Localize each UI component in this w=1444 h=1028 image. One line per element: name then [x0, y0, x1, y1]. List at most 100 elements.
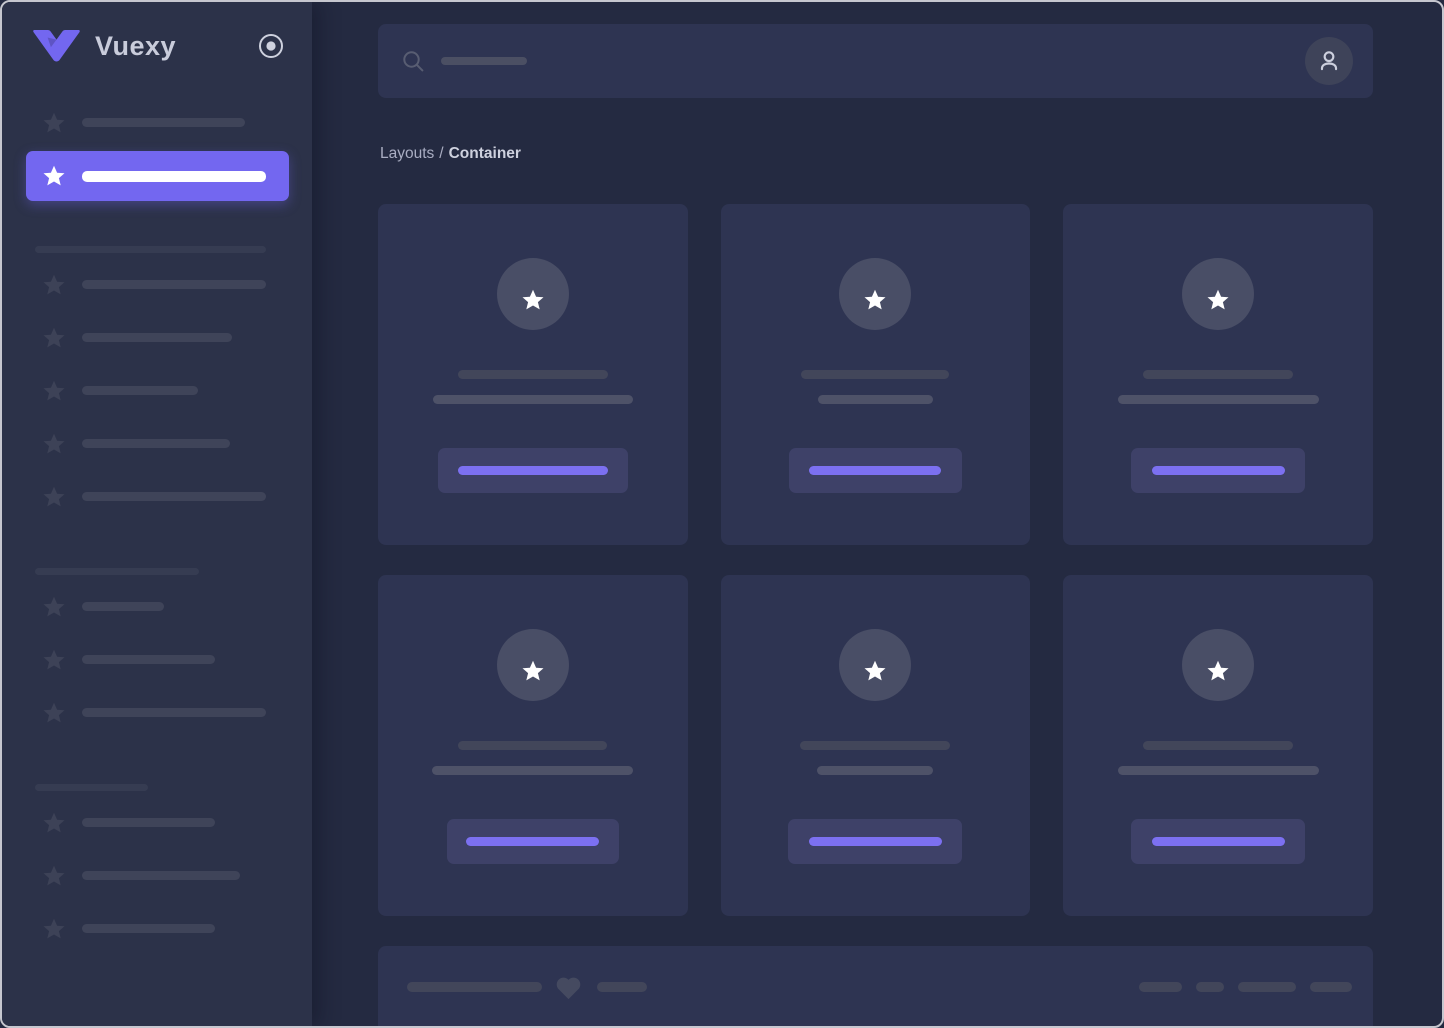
sidebar-item-label-bar — [82, 924, 215, 933]
sidebar-toggle-icon[interactable] — [258, 33, 284, 59]
sidebar-item-label-bar — [82, 818, 215, 827]
footer-link-bar[interactable] — [1196, 982, 1224, 992]
sidebar: Vuexy — [2, 2, 312, 1026]
button-label-bar — [1151, 837, 1285, 846]
sidebar-item-label-bar — [82, 280, 266, 289]
cards-grid — [378, 204, 1373, 916]
card-line-1 — [801, 370, 950, 379]
card-line-1 — [1143, 741, 1294, 750]
star-icon — [42, 648, 66, 672]
sidebar-item[interactable] — [26, 258, 289, 311]
card-line-1 — [1143, 370, 1294, 379]
sidebar-item-label-bar — [82, 602, 164, 611]
sidebar-item-label-bar — [82, 333, 232, 342]
card-line-2 — [432, 766, 634, 775]
card-line-1 — [800, 741, 951, 750]
sidebar-item[interactable] — [26, 96, 289, 149]
app-window: Vuexy Layouts / Container — [0, 0, 1444, 1028]
button-label-bar — [1151, 466, 1285, 475]
card-button[interactable] — [446, 819, 619, 864]
card-line-1 — [457, 370, 608, 379]
sidebar-item-label-bar — [82, 386, 198, 395]
star-badge — [496, 258, 569, 330]
app-title: Vuexy — [95, 30, 177, 61]
star-icon — [863, 653, 887, 681]
sidebar-item-label-bar — [82, 655, 215, 664]
card — [1063, 204, 1373, 545]
sidebar-item[interactable] — [26, 902, 289, 955]
sidebar-item-label-bar — [82, 708, 266, 717]
footer-link-bar[interactable] — [1310, 982, 1352, 992]
star-badge — [839, 629, 912, 701]
sidebar-item-active[interactable] — [26, 151, 289, 201]
star-badge — [1182, 629, 1255, 701]
star-badge — [839, 258, 912, 330]
card-button[interactable] — [788, 448, 962, 493]
star-icon — [1206, 282, 1230, 310]
star-icon — [42, 701, 66, 725]
button-label-bar — [466, 837, 600, 846]
sidebar-item-label-bar — [82, 170, 266, 182]
star-icon — [42, 917, 66, 941]
user-avatar[interactable] — [1305, 37, 1353, 85]
card-line-2 — [432, 395, 633, 404]
card-button[interactable] — [437, 448, 628, 493]
sidebar-item[interactable] — [26, 364, 289, 417]
nav-section-divider — [35, 568, 199, 575]
sidebar-header: Vuexy — [2, 2, 312, 62]
sidebar-item[interactable] — [26, 580, 289, 633]
sidebar-item[interactable] — [26, 470, 289, 523]
star-icon — [521, 282, 545, 310]
footer-text-bar — [407, 982, 542, 992]
sidebar-item[interactable] — [26, 311, 289, 364]
star-icon — [42, 164, 66, 188]
footer-row — [407, 975, 1352, 999]
sidebar-item[interactable] — [26, 796, 289, 849]
sidebar-item-label-bar — [82, 871, 240, 880]
star-badge — [496, 629, 569, 701]
star-icon — [42, 595, 66, 619]
vuexy-logo[interactable]: Vuexy — [32, 30, 176, 62]
star-icon — [1206, 653, 1230, 681]
breadcrumb-separator: / — [439, 145, 444, 162]
button-label-bar — [808, 837, 942, 846]
button-label-bar — [809, 466, 942, 475]
search-bar[interactable] — [378, 24, 1373, 98]
card-button[interactable] — [788, 819, 963, 864]
star-icon — [42, 432, 66, 456]
card-line-2 — [817, 395, 933, 404]
star-icon — [42, 811, 66, 835]
footer-links-group — [1139, 982, 1352, 992]
card-line-2 — [1117, 395, 1319, 404]
footer-link-bar[interactable] — [1238, 982, 1296, 992]
card-button[interactable] — [1131, 448, 1306, 493]
sidebar-item[interactable] — [26, 686, 289, 739]
breadcrumb: Layouts / Container — [380, 145, 1373, 163]
sidebar-item[interactable] — [26, 417, 289, 470]
star-badge — [1182, 258, 1255, 330]
breadcrumb-parent[interactable]: Layouts — [380, 145, 434, 162]
card-line-1 — [458, 741, 608, 750]
main-content: Layouts / Container — [312, 2, 1442, 1026]
sidebar-item-label-bar — [82, 492, 266, 501]
card-line-2 — [817, 766, 934, 775]
sidebar-item-label-bar — [82, 439, 230, 448]
footer-link-bar[interactable] — [1139, 982, 1182, 992]
footer-text-bar — [597, 982, 647, 992]
sidebar-nav — [2, 62, 312, 955]
card-button[interactable] — [1131, 819, 1306, 864]
star-icon — [863, 282, 887, 310]
heart-icon — [555, 975, 582, 1000]
card — [378, 575, 688, 916]
sidebar-item[interactable] — [26, 849, 289, 902]
search-icon — [402, 50, 425, 73]
card — [1063, 575, 1373, 916]
breadcrumb-current: Container — [448, 145, 521, 162]
nav-section-divider — [35, 246, 266, 253]
card — [720, 204, 1031, 545]
star-icon — [42, 111, 66, 135]
star-icon — [42, 273, 66, 297]
card — [720, 575, 1031, 916]
button-label-bar — [457, 466, 608, 475]
sidebar-item[interactable] — [26, 633, 289, 686]
